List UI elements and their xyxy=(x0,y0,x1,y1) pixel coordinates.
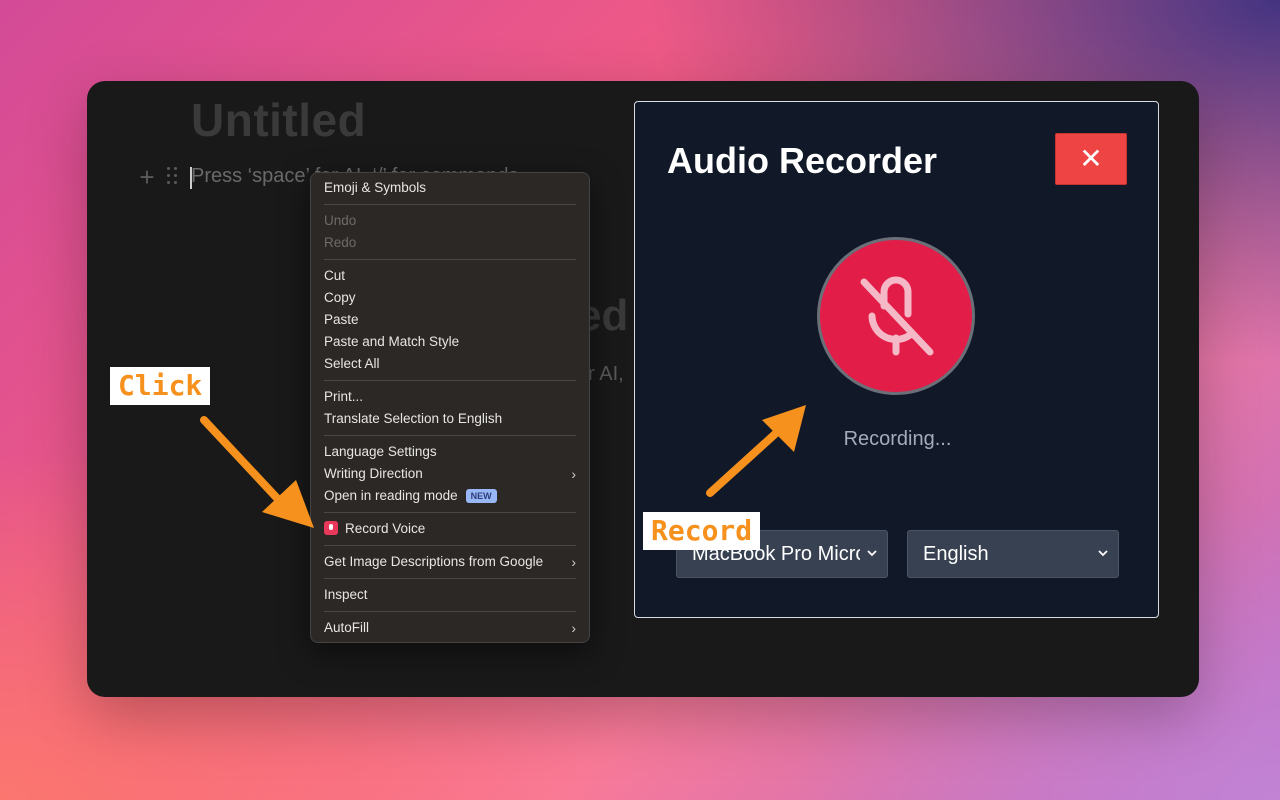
arrow-to-mic-button xyxy=(706,405,806,497)
annotation-record-label: Record xyxy=(643,512,761,550)
annotation-click-label: Click xyxy=(110,367,211,405)
arrow-to-record-voice xyxy=(200,416,314,528)
